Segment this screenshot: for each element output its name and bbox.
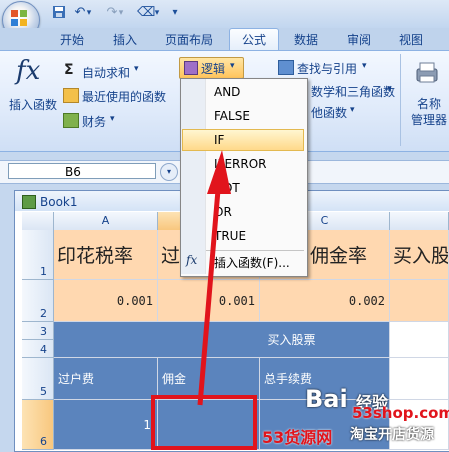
recent-functions-icon bbox=[63, 88, 79, 103]
math-trig-button[interactable]: 数学和三角函数 bbox=[311, 83, 395, 100]
cell-d5[interactable] bbox=[390, 358, 449, 400]
tab-formulas[interactable]: 公式 bbox=[229, 28, 279, 51]
watermark-slogan-a: 53货源网 bbox=[262, 428, 333, 447]
row-header-5[interactable]: 5 bbox=[22, 358, 54, 400]
financial-button[interactable]: 财务 bbox=[82, 113, 106, 130]
cell-a6[interactable]: 1 bbox=[54, 400, 158, 450]
tab-page-layout[interactable]: 页面布局 bbox=[165, 30, 213, 50]
menu-item-false[interactable]: FALSE bbox=[214, 106, 250, 126]
menu-item-and[interactable]: AND bbox=[214, 82, 240, 102]
math-trig-dropdown-icon[interactable]: ▾ bbox=[387, 84, 392, 94]
recent-functions-button[interactable]: 最近使用的函数 bbox=[82, 88, 166, 105]
column-header-a[interactable]: A bbox=[54, 212, 158, 230]
menu-item-or[interactable]: OR bbox=[214, 202, 232, 222]
name-box-dropdown-icon[interactable]: ▾ bbox=[160, 163, 178, 181]
tab-insert[interactable]: 插入 bbox=[113, 30, 137, 50]
logical-icon bbox=[184, 61, 198, 75]
sigma-icon: Σ bbox=[64, 62, 74, 78]
financial-icon bbox=[63, 113, 79, 128]
menu-item-iferror[interactable]: IFERROR bbox=[214, 154, 266, 174]
autosum-button[interactable]: 自动求和 bbox=[82, 64, 130, 81]
watermark-site: 53shop.com bbox=[352, 404, 449, 422]
tab-view[interactable]: 视图 bbox=[399, 30, 423, 50]
cell-a2[interactable]: 0.001 bbox=[54, 280, 158, 322]
menu-item-true[interactable]: TRUE bbox=[214, 226, 246, 246]
cell-a1[interactable]: 印花税率 bbox=[54, 230, 158, 280]
name-manager-icon bbox=[414, 60, 440, 86]
cell-b2[interactable]: 0.001 bbox=[158, 280, 260, 322]
fx-icon: fx bbox=[16, 56, 41, 86]
logical-dropdown-icon: ▾ bbox=[230, 61, 235, 71]
logical-label: 逻辑 bbox=[201, 62, 226, 76]
name-box[interactable]: B6 bbox=[8, 163, 156, 179]
menu-item-insert-function[interactable]: 插入函数(F)... bbox=[214, 253, 290, 273]
cell-b5[interactable]: 佣金 bbox=[158, 358, 260, 400]
select-all-corner[interactable] bbox=[22, 212, 54, 230]
financial-dropdown-icon[interactable]: ▾ bbox=[110, 114, 115, 124]
cell-a5[interactable]: 过户费 bbox=[54, 358, 158, 400]
undo-dropdown[interactable]: ▾ bbox=[84, 5, 94, 21]
tab-review[interactable]: 审阅 bbox=[347, 30, 371, 50]
insert-function-button[interactable]: 插入函数 bbox=[9, 96, 57, 113]
cell-d1[interactable]: 买入股 bbox=[390, 230, 449, 280]
workbook-icon bbox=[22, 195, 36, 209]
menu-item-highlight bbox=[182, 129, 304, 151]
highlight-box bbox=[151, 395, 257, 450]
cell-c2[interactable]: 0.002 bbox=[260, 280, 390, 322]
cell-merged-buy-stock[interactable]: 买入股票 bbox=[54, 322, 390, 358]
more-functions-dropdown-icon[interactable]: ▾ bbox=[350, 105, 355, 115]
more-functions-button[interactable]: 他函数 bbox=[311, 104, 347, 121]
save-icon[interactable] bbox=[50, 5, 68, 21]
watermark-brand: Bai bbox=[305, 385, 348, 413]
lookup-dropdown-icon[interactable]: ▾ bbox=[362, 61, 367, 71]
row-header-1[interactable]: 1 bbox=[22, 230, 54, 280]
fx-small-icon: fx bbox=[186, 253, 198, 267]
menu-item-not[interactable]: NOT bbox=[214, 178, 240, 198]
row-header-2[interactable]: 2 bbox=[22, 280, 54, 322]
lookup-reference-button[interactable]: 查找与引用 bbox=[297, 60, 357, 77]
row-header-3[interactable]: 3 bbox=[22, 322, 54, 340]
row-header-6[interactable]: 6 bbox=[22, 400, 54, 450]
menu-separator bbox=[206, 250, 304, 251]
ribbon-separator bbox=[400, 54, 401, 146]
cell-d3[interactable] bbox=[390, 322, 449, 358]
column-header-d[interactable] bbox=[390, 212, 449, 230]
name-manager-button[interactable]: 名称 管理器 bbox=[410, 96, 448, 128]
eraser-dropdown[interactable]: ▾ bbox=[152, 5, 162, 21]
tab-data[interactable]: 数据 bbox=[294, 30, 318, 50]
menu-icon-strip bbox=[181, 79, 206, 274]
row-header-4[interactable]: 4 bbox=[22, 340, 54, 358]
watermark-slogan-b: 淘宝开店货源 bbox=[350, 427, 434, 443]
customize-qat-button[interactable]: ▾ bbox=[170, 5, 180, 21]
tab-home[interactable]: 开始 bbox=[60, 30, 84, 50]
cell-d2[interactable] bbox=[390, 280, 449, 322]
lookup-icon bbox=[278, 60, 294, 75]
workbook-title: Book1 bbox=[40, 195, 78, 209]
office-logo-icon bbox=[11, 10, 27, 26]
redo-dropdown[interactable]: ▾ bbox=[116, 5, 126, 21]
autosum-dropdown-icon[interactable]: ▾ bbox=[134, 64, 139, 74]
menu-item-if[interactable]: IF bbox=[214, 130, 224, 150]
